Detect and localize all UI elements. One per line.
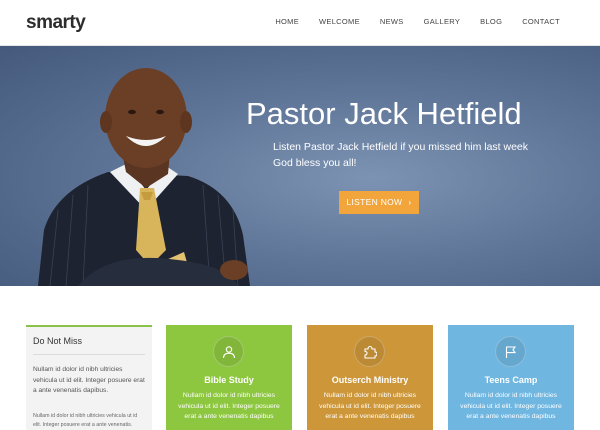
do-not-miss-text: Nullam id dolor id nibh ultricies vehicu… [33,366,145,394]
listen-now-label: LISTEN NOW [346,197,403,207]
outserch-ministry-card[interactable]: Outserch Ministry Nullam id dolor id nib… [307,325,433,430]
hero-banner: Pastor Jack Hetfield Listen Pastor Jack … [0,46,600,286]
teens-camp-card[interactable]: Teens Camp Nullam id dolor id nibh ultri… [448,325,574,430]
card-text: Nullam id dolor id nibh ultricies vehicu… [460,392,562,420]
main-nav: HOME WELCOME NEWS GALLERY BLOG CONTACT [255,17,560,26]
card-title: Outserch Ministry [331,375,409,385]
card-title: Bible Study [204,375,254,385]
user-icon [213,336,244,367]
divider [33,354,145,355]
nav-news[interactable]: NEWS [380,17,404,26]
nav-contact[interactable]: CONTACT [522,17,560,26]
nav-home[interactable]: HOME [275,17,299,26]
card-title: Teens Camp [484,375,538,385]
nav-welcome[interactable]: WELCOME [319,17,360,26]
hero-title: Pastor Jack Hetfield [246,96,522,131]
listen-now-button[interactable]: LISTEN NOW › [339,191,419,214]
do-not-miss-card: Do Not Miss Nullam id dolor id nibh ultr… [26,325,152,430]
pastor-photo [38,68,250,286]
card-text: Nullam id dolor id nibh ultricies vehicu… [319,392,421,420]
chevron-right-icon: › [408,197,412,207]
nav-blog[interactable]: BLOG [480,17,502,26]
flag-icon [495,336,526,367]
nav-gallery[interactable]: GALLERY [424,17,461,26]
site-header: smarty HOME WELCOME NEWS GALLERY BLOG CO… [0,0,600,46]
bible-study-card[interactable]: Bible Study Nullam id dolor id nibh ultr… [166,325,292,430]
do-not-miss-title: Do Not Miss [33,336,83,346]
site-logo[interactable]: smarty [26,12,86,34]
do-not-miss-text-small: Nullam id dolor id nibh ultricies vehicu… [33,413,138,428]
card-text: Nullam id dolor id nibh ultricies vehicu… [178,392,280,420]
puzzle-icon [354,336,385,367]
hero-subtitle: Listen Pastor Jack Hetfield if you misse… [273,141,529,169]
